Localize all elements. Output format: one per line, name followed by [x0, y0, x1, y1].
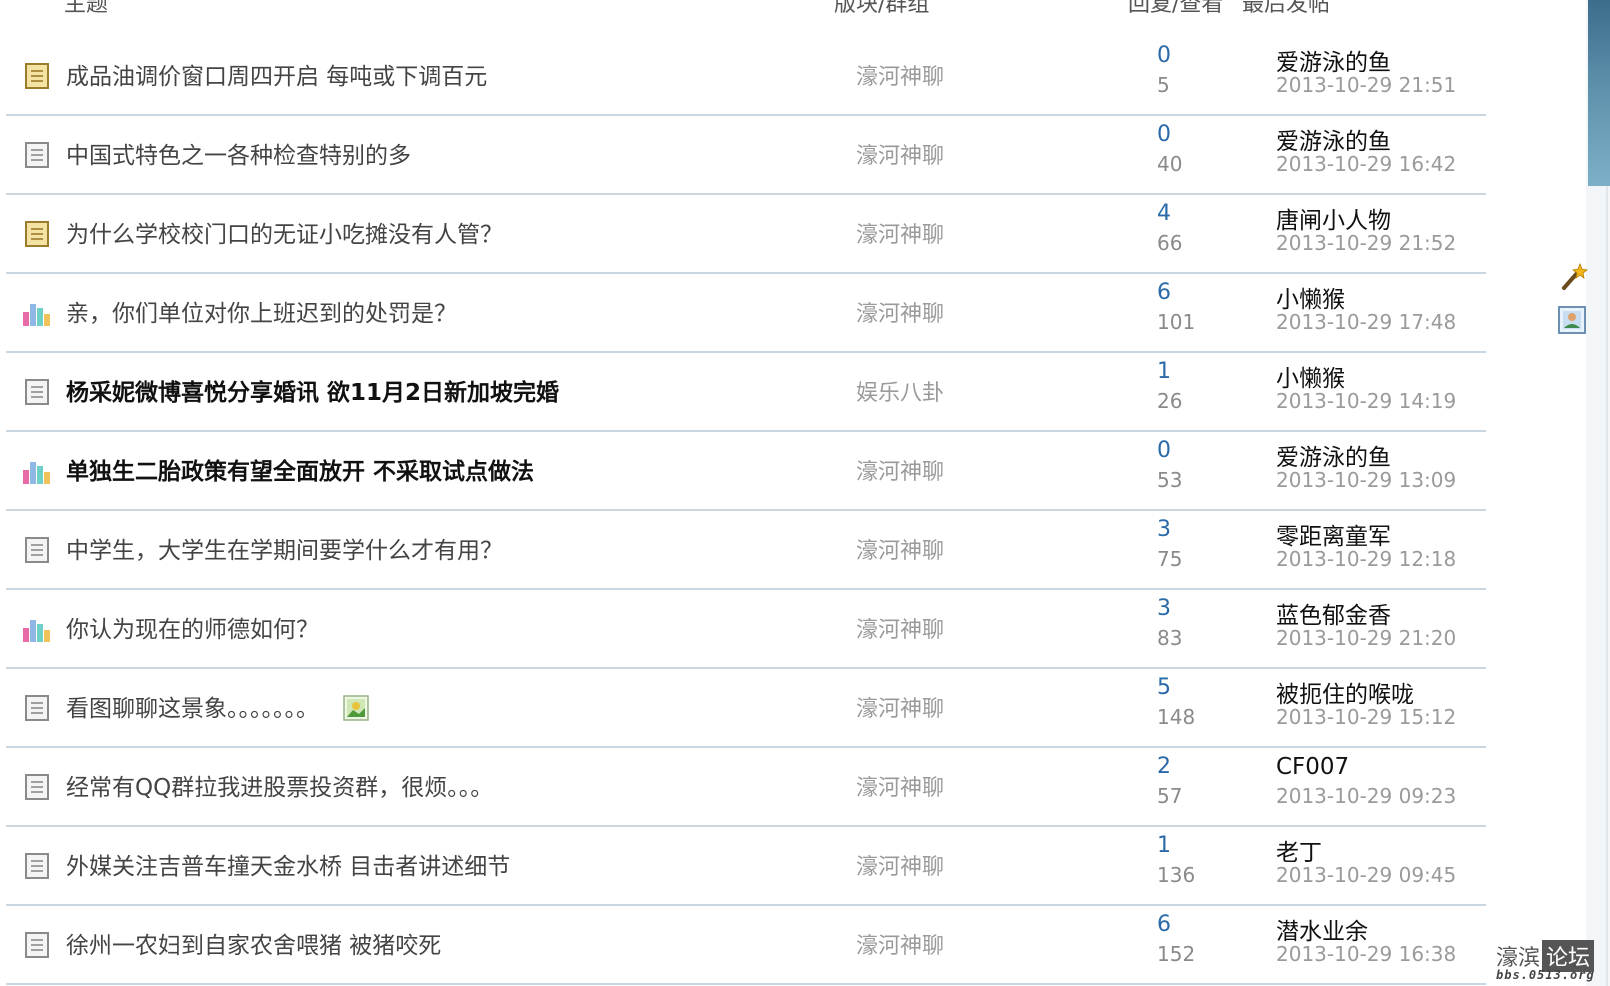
thread-title-link[interactable]: 成品油调价窗口周四开启 每吨或下调百元 [66, 57, 487, 91]
thread-row: 外媒关注吉普车撞天金水桥 目击者讲述细节 濠河神聊 1 136 老丁 2013-10-29… [6, 827, 1486, 906]
forum-link[interactable]: 濠河神聊 [856, 770, 944, 802]
last-post-time: 2013-10-29 14:19 [1276, 389, 1457, 413]
view-count: 26 [1157, 389, 1183, 413]
last-poster-link[interactable]: 唐闸小人物 [1276, 201, 1391, 235]
view-count: 83 [1157, 626, 1183, 650]
table-header: 主题 版块/群组 回复/查看 最后发帖 [0, 0, 1490, 16]
last-poster-link[interactable]: 爱游泳的鱼 [1276, 43, 1391, 77]
forum-link[interactable]: 濠河神聊 [856, 849, 944, 881]
thread-row: 经常有QQ群拉我进股票投资群，很烦。。。 濠河神聊 2 57 CF007 2013-10-… [6, 748, 1486, 827]
forum-link[interactable]: 濠河神聊 [856, 138, 944, 170]
reply-count: 0 [1157, 438, 1171, 463]
last-poster-link[interactable]: 蓝色郁金香 [1276, 596, 1391, 630]
last-post-time: 2013-10-29 13:09 [1276, 468, 1457, 492]
reply-count: 1 [1157, 833, 1171, 858]
forum-link[interactable]: 娱乐八卦 [856, 375, 944, 407]
forum-link[interactable]: 濠河神聊 [856, 612, 944, 644]
reply-count: 3 [1157, 596, 1171, 621]
image-attachment-icon [343, 695, 369, 721]
last-post-time: 2013-10-29 09:23 [1276, 784, 1457, 808]
thread-title-link[interactable]: 亲，你们单位对你上班迟到的处罚是？ [66, 294, 457, 328]
view-count: 40 [1157, 152, 1183, 176]
forum-link[interactable]: 濠河神聊 [856, 59, 944, 91]
view-count: 148 [1157, 705, 1196, 729]
thread-title-link[interactable]: 你认为现在的师德如何？ [66, 610, 319, 644]
view-count: 53 [1157, 468, 1183, 492]
last-poster-link[interactable]: 爱游泳的鱼 [1276, 438, 1391, 472]
reply-count: 5 [1157, 675, 1171, 700]
profile-card-icon[interactable] [1558, 306, 1586, 334]
thread-title-link[interactable]: 为什么学校校门口的无证小吃摊没有人管？ [66, 215, 503, 249]
forum-link[interactable]: 濠河神聊 [856, 454, 944, 486]
site-watermark: 濠滨 论坛 bbs.0513.org [1494, 940, 1606, 986]
thread-title-link[interactable]: 经常有QQ群拉我进股票投资群，很烦。。。 [66, 768, 493, 802]
thread-title-link[interactable]: 中学生，大学生在学期间要学什么才有用？ [66, 531, 503, 565]
view-count: 101 [1157, 310, 1196, 334]
last-post-time: 2013-10-29 21:20 [1276, 626, 1457, 650]
last-post-time: 2013-10-29 15:12 [1276, 705, 1457, 729]
header-forum: 版块/群组 [834, 0, 930, 16]
reply-count: 6 [1157, 280, 1171, 305]
reply-count: 6 [1157, 912, 1171, 937]
thread-title-link[interactable]: 中国式特色之一各种检查特别的多 [66, 136, 411, 170]
last-post-time: 2013-10-29 21:52 [1276, 231, 1457, 255]
last-post-time: 2013-10-29 12:18 [1276, 547, 1457, 571]
forum-link[interactable]: 濠河神聊 [856, 296, 944, 328]
last-post-time: 2013-10-29 09:45 [1276, 863, 1457, 887]
thread-row: 你认为现在的师德如何？ 濠河神聊 3 83 蓝色郁金香 2013-10-29 21:20 [6, 590, 1486, 669]
header-topic: 主题 [64, 0, 109, 16]
sidebar-edge [1606, 186, 1608, 986]
forum-link[interactable]: 濠河神聊 [856, 533, 944, 565]
last-post-time: 2013-10-29 21:51 [1276, 73, 1457, 97]
last-poster-link[interactable]: 零距离童军 [1276, 517, 1391, 551]
thread-row: 单独生二胎政策有望全面放开 不采取试点做法 濠河神聊 0 53 爱游泳的鱼 2013-10… [6, 432, 1486, 511]
sidebar-banner-image [1588, 0, 1610, 186]
thread-row: 为什么学校校门口的无证小吃摊没有人管？ 濠河神聊 4 66 唐闸小人物 2013-10-2… [6, 195, 1486, 274]
view-count: 57 [1157, 784, 1183, 808]
thread-title-link[interactable]: 看图聊聊这景象。。。。。。。 [66, 689, 319, 723]
view-count: 66 [1157, 231, 1183, 255]
reply-count: 1 [1157, 359, 1171, 384]
reply-count: 0 [1157, 122, 1171, 147]
last-poster-link[interactable]: 被扼住的喉咙 [1276, 675, 1414, 709]
view-count: 152 [1157, 942, 1196, 966]
reply-count: 4 [1157, 201, 1171, 226]
thread-row: 杨采妮微博喜悦分享婚讯 欲11月2日新加坡完婚 娱乐八卦 1 26 小懒猴 2013-10… [6, 353, 1486, 432]
forum-link[interactable]: 濠河神聊 [856, 928, 944, 960]
view-count: 5 [1157, 73, 1170, 97]
thread-row: 中学生，大学生在学期间要学什么才有用？ 濠河神聊 3 75 零距离童军 2013-10-2… [6, 511, 1486, 590]
last-post-time: 2013-10-29 16:38 [1276, 942, 1457, 966]
thread-row: 成品油调价窗口周四开启 每吨或下调百元 濠河神聊 0 5 爱游泳的鱼 2013-10-29… [6, 37, 1486, 116]
thread-list: 成品油调价窗口周四开启 每吨或下调百元 濠河神聊 0 5 爱游泳的鱼 2013-10-29… [0, 37, 1490, 985]
watermark-url: bbs.0513.org [1496, 968, 1595, 982]
last-poster-link[interactable]: 老丁 [1276, 833, 1322, 867]
thread-title-link[interactable]: 杨采妮微博喜悦分享婚讯 欲11月2日新加坡完婚 [66, 373, 559, 407]
header-replies-views: 回复/查看 [1128, 0, 1224, 16]
view-count: 136 [1157, 863, 1196, 887]
thread-row: 中国式特色之一各种检查特别的多 濠河神聊 0 40 爱游泳的鱼 2013-10-29 16… [6, 116, 1486, 195]
reply-count: 2 [1157, 754, 1171, 779]
thread-row: 徐州一农妇到自家农舍喂猪 被猪咬死 濠河神聊 6 152 潜水业余 2013-10-29 … [6, 906, 1486, 985]
thread-title-link[interactable]: 徐州一农妇到自家农舍喂猪 被猪咬死 [66, 926, 441, 960]
last-poster-link[interactable]: 爱游泳的鱼 [1276, 122, 1391, 156]
last-poster-link[interactable]: 小懒猴 [1276, 280, 1345, 314]
thread-row: 看图聊聊这景象。。。。。。。 濠河神聊 5 148 被扼住的喉咙 2013-10-29 1… [6, 669, 1486, 748]
reply-count: 3 [1157, 517, 1171, 542]
thread-title-link[interactable]: 单独生二胎政策有望全面放开 不采取试点做法 [66, 452, 534, 486]
last-poster-link[interactable]: 潜水业余 [1276, 912, 1368, 946]
last-poster-link[interactable]: CF007 [1276, 754, 1349, 780]
last-post-time: 2013-10-29 17:48 [1276, 310, 1457, 334]
magic-wand-icon[interactable] [1558, 262, 1588, 292]
forum-link[interactable]: 濠河神聊 [856, 217, 944, 249]
thread-title-link[interactable]: 外媒关注吉普车撞天金水桥 目击者讲述细节 [66, 847, 510, 881]
last-poster-link[interactable]: 小懒猴 [1276, 359, 1345, 393]
forum-link[interactable]: 濠河神聊 [856, 691, 944, 723]
last-post-time: 2013-10-29 16:42 [1276, 152, 1457, 176]
view-count: 75 [1157, 547, 1183, 571]
reply-count: 0 [1157, 43, 1171, 68]
header-last-post: 最后发帖 [1242, 0, 1331, 16]
thread-row: 亲，你们单位对你上班迟到的处罚是？ 濠河神聊 6 101 小懒猴 2013-10-29 1… [6, 274, 1486, 353]
